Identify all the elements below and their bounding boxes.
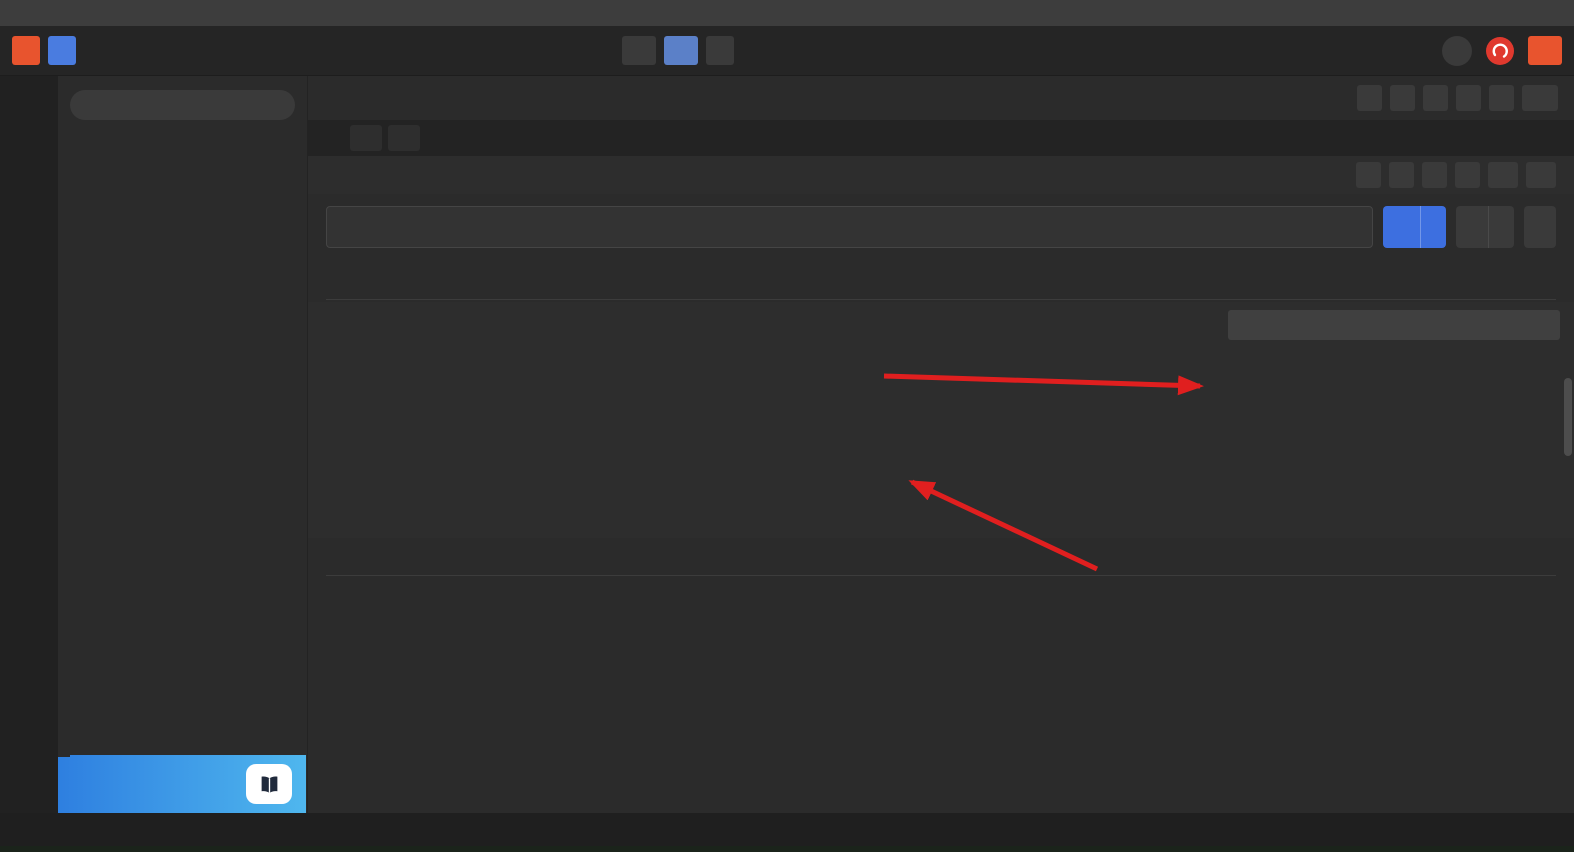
status-bar xyxy=(0,813,1574,846)
help-panel-header[interactable] xyxy=(1228,310,1560,340)
help-doc-banner[interactable] xyxy=(58,755,306,813)
close-button[interactable] xyxy=(1530,0,1574,26)
share-doc-button[interactable] xyxy=(1422,162,1447,188)
save-button[interactable] xyxy=(1456,206,1514,248)
send-options-caret[interactable] xyxy=(1420,206,1446,248)
minimize-button[interactable] xyxy=(1442,0,1486,26)
project-dropdown[interactable] xyxy=(622,36,656,65)
editor-scrollbar[interactable] xyxy=(1564,304,1572,536)
help-panel xyxy=(1228,310,1560,351)
flow-test-button[interactable] xyxy=(48,36,76,65)
maximize-button[interactable] xyxy=(1486,0,1530,26)
tabs-more-button[interactable] xyxy=(388,125,420,151)
doc-tabstrip xyxy=(308,120,1574,156)
request-tabs xyxy=(326,264,1556,300)
api-header-bar xyxy=(308,156,1574,194)
sidebar xyxy=(58,76,308,813)
collaborators-button[interactable] xyxy=(664,36,698,65)
save-options-caret[interactable] xyxy=(1488,206,1514,248)
share-project-button[interactable] xyxy=(1357,85,1382,111)
global-scripts-button[interactable] xyxy=(1423,85,1448,111)
preview-eye-button[interactable] xyxy=(1522,85,1558,111)
avatar[interactable] xyxy=(1486,36,1514,65)
main-area xyxy=(308,76,1574,813)
window-controls xyxy=(1442,0,1574,26)
rail-item-apps[interactable] xyxy=(0,755,58,807)
global-params-button[interactable] xyxy=(1390,85,1415,111)
environment-dropdown[interactable] xyxy=(1489,85,1514,111)
project-toolbar xyxy=(1357,85,1558,111)
dev-status-dropdown[interactable] xyxy=(1526,162,1556,188)
top-toolbar xyxy=(0,26,1574,76)
url-box[interactable] xyxy=(326,206,1373,248)
publish-doc-button[interactable] xyxy=(1524,206,1556,248)
response-toolbar xyxy=(326,588,1556,618)
response-json-viewer[interactable] xyxy=(308,628,1574,813)
plan-badge-button[interactable] xyxy=(1528,36,1562,65)
send-button[interactable] xyxy=(1383,206,1446,248)
clone-button[interactable] xyxy=(1389,162,1414,188)
backup-dropdown[interactable] xyxy=(1488,162,1518,188)
topbar-center xyxy=(622,36,734,65)
collab-log-button[interactable] xyxy=(706,36,734,65)
left-rail xyxy=(0,76,58,813)
book-mascot-icon xyxy=(246,764,292,804)
bottom-strip xyxy=(0,846,1574,852)
topbar-right xyxy=(1442,35,1562,66)
new-button[interactable] xyxy=(12,36,40,65)
search-input[interactable] xyxy=(90,98,283,112)
request-row xyxy=(326,206,1556,248)
lock-button[interactable] xyxy=(1455,162,1480,188)
param-library-button[interactable] xyxy=(1456,85,1481,111)
sidebar-search[interactable] xyxy=(70,90,295,120)
response-tabs xyxy=(326,538,1556,576)
api-doc-button[interactable] xyxy=(1356,162,1381,188)
new-tab-button[interactable] xyxy=(350,125,382,151)
scrollbar-thumb[interactable] xyxy=(1564,378,1572,456)
banner-close-button[interactable] xyxy=(58,755,70,757)
titlebar xyxy=(0,0,1574,26)
sync-button[interactable] xyxy=(1442,35,1472,66)
